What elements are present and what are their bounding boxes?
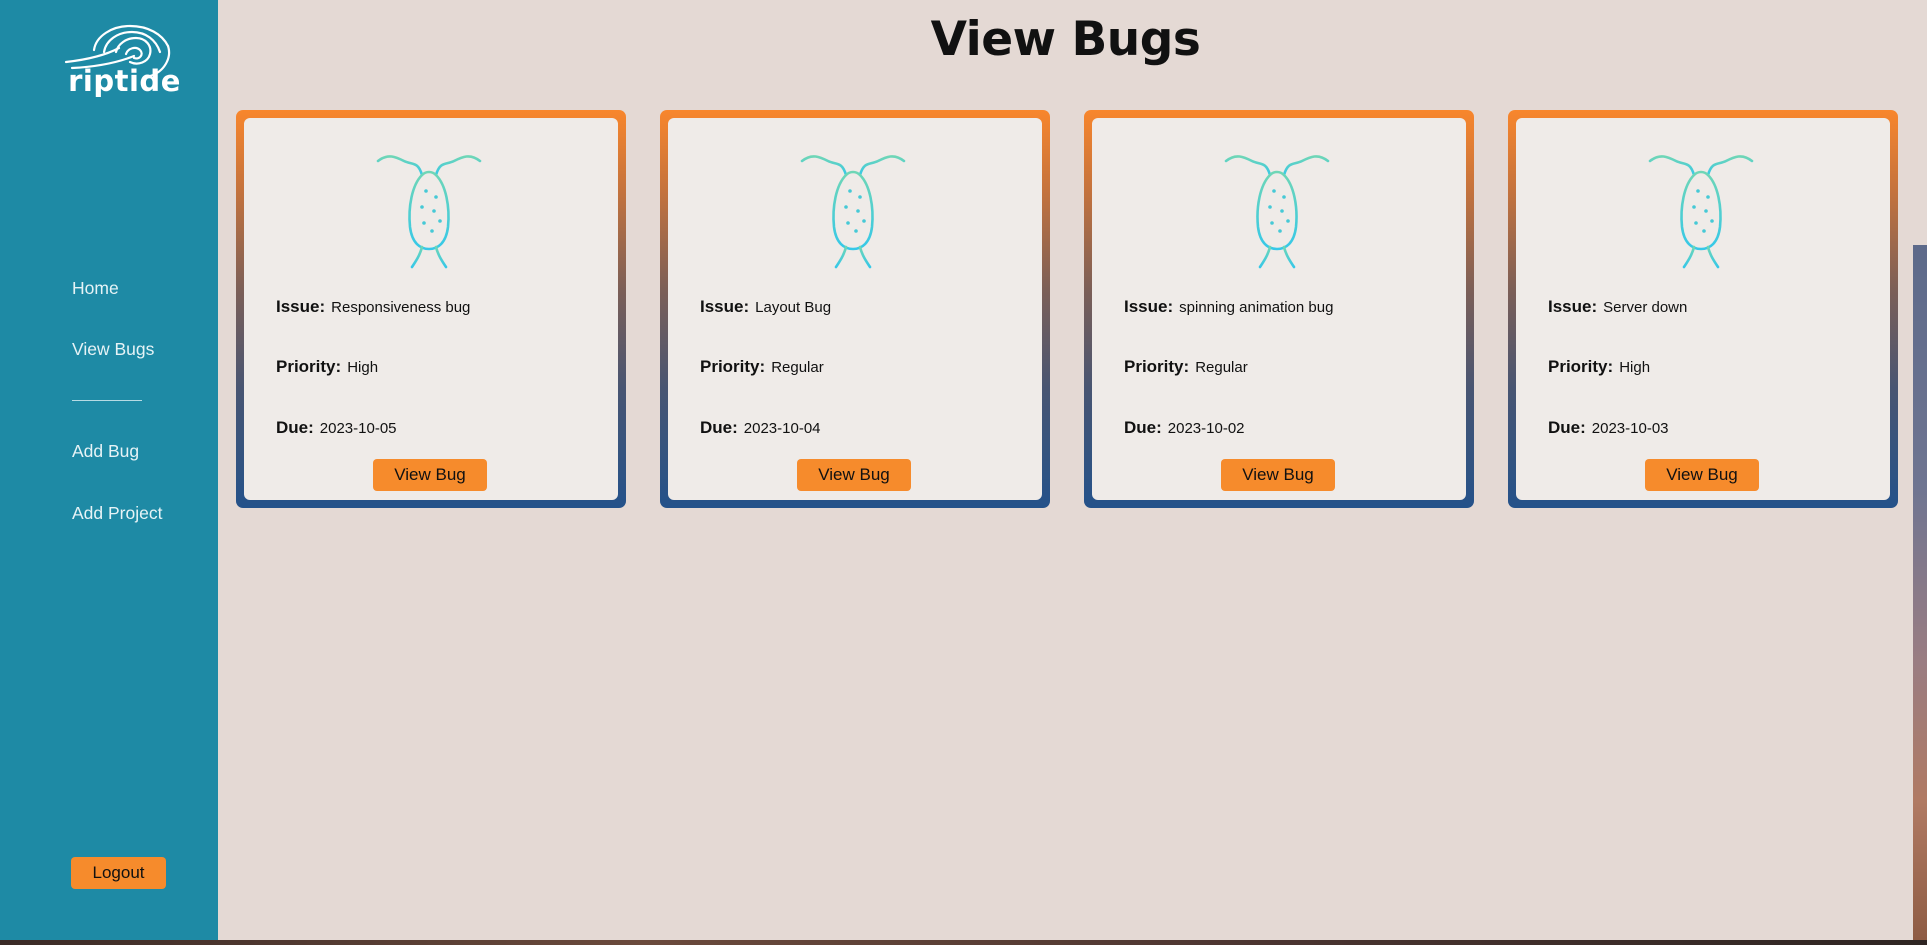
logo-text: riptide <box>68 64 181 98</box>
due-label: Due: <box>276 418 314 437</box>
bug-card: Issue: Server down Priority: High Due: 2023… <box>1508 110 1898 508</box>
bug-card-body: Issue: Responsiveness bug Priority: High D… <box>244 118 618 500</box>
bug-icon <box>1224 155 1330 271</box>
nav-add-bug[interactable]: Add Bug <box>72 441 139 462</box>
bug-card-body: Issue: spinning animation bug Priority: Re… <box>1092 118 1466 500</box>
due-field: Due: 2023-10-04 <box>700 418 821 438</box>
nav-view-bugs[interactable]: View Bugs <box>72 339 154 360</box>
priority-label: Priority: <box>700 357 766 376</box>
priority-field: Priority: High <box>276 357 378 377</box>
priority-label: Priority: <box>1124 357 1190 376</box>
priority-field: Priority: Regular <box>700 357 824 377</box>
view-bug-button[interactable]: View Bug <box>1221 459 1335 491</box>
nav-divider <box>72 400 142 401</box>
nav-add-project[interactable]: Add Project <box>72 503 162 524</box>
priority-value: High <box>347 359 379 376</box>
view-bug-button[interactable]: View Bug <box>797 459 911 491</box>
issue-field: Issue: Layout Bug <box>700 297 831 317</box>
view-bug-button[interactable]: View Bug <box>1645 459 1759 491</box>
due-label: Due: <box>1548 418 1586 437</box>
issue-label: Issue: <box>276 297 326 316</box>
due-value: 2023-10-03 <box>1591 420 1669 437</box>
nav-home[interactable]: Home <box>72 278 119 299</box>
due-value: 2023-10-04 <box>743 420 821 437</box>
issue-value: spinning animation bug <box>1179 299 1334 316</box>
priority-field: Priority: High <box>1548 357 1650 377</box>
bug-icon <box>376 155 482 271</box>
due-value: 2023-10-02 <box>1167 420 1245 437</box>
due-field: Due: 2023-10-03 <box>1548 418 1669 438</box>
issue-label: Issue: <box>700 297 750 316</box>
priority-field: Priority: Regular <box>1124 357 1248 377</box>
issue-value: Responsiveness bug <box>331 299 471 316</box>
bug-card: Issue: spinning animation bug Priority: Re… <box>1084 110 1474 508</box>
priority-value: Regular <box>771 359 824 376</box>
priority-label: Priority: <box>276 357 342 376</box>
bug-icon <box>800 155 906 271</box>
issue-value: Layout Bug <box>755 299 832 316</box>
due-value: 2023-10-05 <box>319 420 397 437</box>
view-bug-button[interactable]: View Bug <box>373 459 487 491</box>
issue-field: Issue: Server down <box>1548 297 1687 317</box>
priority-value: Regular <box>1195 359 1248 376</box>
desktop-bottom-edge <box>0 940 1927 945</box>
priority-label: Priority: <box>1548 357 1614 376</box>
background-window-edge <box>1913 245 1927 940</box>
bug-icon <box>1648 155 1754 271</box>
bug-card-body: Issue: Layout Bug Priority: Regular Due: 20… <box>668 118 1042 500</box>
riptide-logo[interactable]: riptide <box>62 22 180 112</box>
logout-button[interactable]: Logout <box>71 857 166 889</box>
issue-value: Server down <box>1603 299 1688 316</box>
main-content: View Bugs Issue: Responsiveness bug Prio… <box>218 0 1913 940</box>
issue-field: Issue: Responsiveness bug <box>276 297 470 317</box>
bug-card: Issue: Layout Bug Priority: Regular Due: 20… <box>660 110 1050 508</box>
bug-card: Issue: Responsiveness bug Priority: High D… <box>236 110 626 508</box>
priority-value: High <box>1619 359 1651 376</box>
due-field: Due: 2023-10-05 <box>276 418 397 438</box>
issue-label: Issue: <box>1548 297 1598 316</box>
sidebar: riptide Home View Bugs Add Bug Add Proje… <box>0 0 218 940</box>
due-field: Due: 2023-10-02 <box>1124 418 1245 438</box>
due-label: Due: <box>1124 418 1162 437</box>
bug-card-body: Issue: Server down Priority: High Due: 2023… <box>1516 118 1890 500</box>
issue-label: Issue: <box>1124 297 1174 316</box>
issue-field: Issue: spinning animation bug <box>1124 297 1333 317</box>
due-label: Due: <box>700 418 738 437</box>
page-title: View Bugs <box>930 12 1201 67</box>
